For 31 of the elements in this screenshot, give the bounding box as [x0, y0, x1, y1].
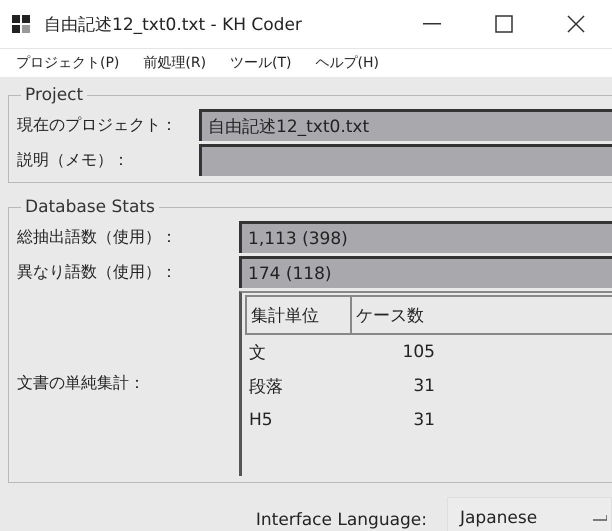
field-label: 説明（メモ）：	[17, 150, 130, 170]
minimize-icon	[423, 23, 441, 25]
text-field[interactable]: 1,113 (398)	[239, 221, 612, 253]
group-title: Project	[24, 85, 84, 105]
menu-item[interactable]: ヘルプ(H)	[316, 54, 379, 72]
app-icon	[12, 15, 30, 33]
table-cell-text: 31	[412, 376, 435, 396]
text-field[interactable]: 自由記述12_txt0.txt	[199, 109, 612, 141]
window-title: 自由記述12_txt0.txt - KH Coder	[44, 14, 303, 36]
menu-item[interactable]: プロジェクト(P)	[16, 54, 120, 72]
field-label: 文書の単純集計：	[17, 373, 146, 394]
maximize-icon	[495, 15, 513, 33]
table-cell-text: 31	[412, 410, 435, 430]
text-field[interactable]	[199, 144, 612, 176]
menu-item[interactable]: ツール(T)	[230, 54, 292, 72]
dropdown-icon	[593, 514, 607, 520]
menu-item[interactable]: 前処理(R)	[143, 54, 206, 72]
field-label: 現在のプロジェクト：	[17, 114, 178, 136]
group-title: Database Stats	[24, 197, 156, 217]
column-header[interactable]: 集計単位	[247, 297, 352, 333]
field-label: 異なり語数（使用）：	[17, 262, 178, 282]
field-label: Interface Language:	[256, 510, 427, 530]
close-icon	[567, 15, 585, 33]
table-cell-text: 105	[402, 342, 435, 362]
table-cell-text: H5	[248, 410, 274, 430]
column-header[interactable]: ケース数	[352, 297, 612, 333]
text-field[interactable]: 174 (118)	[239, 256, 612, 288]
language-dropdown[interactable]: Japanese	[447, 497, 612, 531]
table-cell-text: 段落	[248, 376, 284, 398]
field-label: 総抽出語数（使用）：	[17, 226, 178, 248]
table-cell-text: 文	[248, 342, 267, 364]
